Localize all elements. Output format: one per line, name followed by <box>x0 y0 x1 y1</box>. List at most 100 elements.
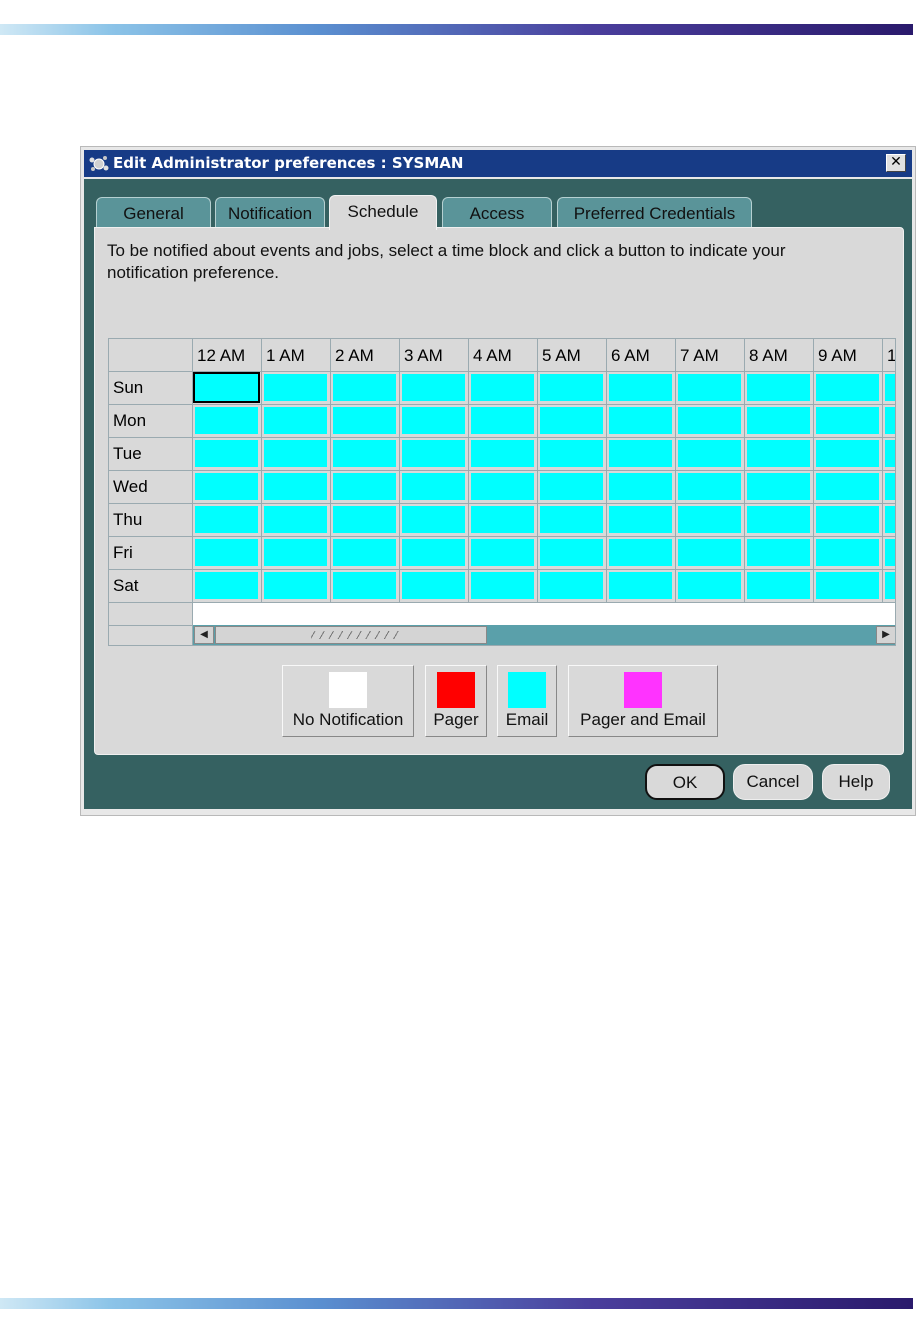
time-block-cell[interactable] <box>676 372 745 405</box>
time-block-cell[interactable] <box>538 405 607 438</box>
time-block-fill <box>195 572 258 599</box>
time-block-cell[interactable] <box>883 405 895 438</box>
time-block-fill <box>609 374 672 401</box>
hour-header: 1 AM <box>262 339 331 372</box>
email-button[interactable]: Email <box>497 665 557 737</box>
time-block-cell[interactable] <box>193 372 262 405</box>
time-block-cell[interactable] <box>676 405 745 438</box>
close-button[interactable]: ✕ <box>886 154 906 172</box>
time-block-cell[interactable] <box>607 537 676 570</box>
button-label: OK <box>672 773 698 792</box>
time-block-cell[interactable] <box>262 537 331 570</box>
tab-general[interactable]: General <box>96 197 211 229</box>
time-block-cell[interactable] <box>400 372 469 405</box>
time-block-cell[interactable] <box>607 438 676 471</box>
time-block-cell[interactable] <box>607 405 676 438</box>
time-block-cell[interactable] <box>883 471 895 504</box>
time-block-cell[interactable] <box>883 504 895 537</box>
time-block-cell[interactable] <box>400 537 469 570</box>
time-block-cell[interactable] <box>676 570 745 603</box>
tab-schedule[interactable]: Schedule <box>329 195 437 230</box>
title-bar[interactable]: Edit Administrator preferences : SYSMAN … <box>84 150 912 177</box>
time-block-cell[interactable] <box>400 471 469 504</box>
time-block-cell[interactable] <box>883 438 895 471</box>
time-block-cell[interactable] <box>193 471 262 504</box>
time-block-cell[interactable] <box>469 504 538 537</box>
time-block-cell[interactable] <box>814 537 883 570</box>
time-block-cell[interactable] <box>400 570 469 603</box>
time-block-cell[interactable] <box>262 504 331 537</box>
time-block-cell[interactable] <box>745 504 814 537</box>
time-block-cell[interactable] <box>676 537 745 570</box>
time-block-cell[interactable] <box>538 504 607 537</box>
time-block-cell[interactable] <box>331 504 400 537</box>
tab-access[interactable]: Access <box>442 197 552 229</box>
time-block-cell[interactable] <box>262 570 331 603</box>
time-block-cell[interactable] <box>607 504 676 537</box>
time-block-cell[interactable] <box>745 471 814 504</box>
time-block-cell[interactable] <box>331 570 400 603</box>
time-block-cell[interactable] <box>883 372 895 405</box>
pager-button[interactable]: Pager <box>425 665 487 737</box>
time-block-cell[interactable] <box>607 471 676 504</box>
time-block-cell[interactable] <box>331 471 400 504</box>
time-block-cell[interactable] <box>469 438 538 471</box>
time-block-cell[interactable] <box>538 372 607 405</box>
time-block-cell[interactable] <box>193 537 262 570</box>
time-block-cell[interactable] <box>400 504 469 537</box>
scroll-thumb[interactable] <box>215 626 487 644</box>
no-notification-button[interactable]: No Notification <box>282 665 414 737</box>
time-block-fill <box>402 572 465 599</box>
time-block-cell[interactable] <box>193 438 262 471</box>
ok-button[interactable]: OK <box>645 764 725 800</box>
time-block-cell[interactable] <box>814 504 883 537</box>
time-block-cell[interactable] <box>400 405 469 438</box>
time-block-cell[interactable] <box>193 570 262 603</box>
time-block-cell[interactable] <box>469 372 538 405</box>
scroll-right-button[interactable]: ▶ <box>876 626 895 644</box>
time-block-cell[interactable] <box>262 372 331 405</box>
time-block-cell[interactable] <box>676 471 745 504</box>
time-block-cell[interactable] <box>262 405 331 438</box>
time-block-cell[interactable] <box>814 471 883 504</box>
time-block-cell[interactable] <box>262 438 331 471</box>
time-block-cell[interactable] <box>538 570 607 603</box>
pager-and-email-button[interactable]: Pager and Email <box>568 665 718 737</box>
time-block-cell[interactable] <box>469 405 538 438</box>
time-block-cell[interactable] <box>538 438 607 471</box>
time-block-cell[interactable] <box>814 570 883 603</box>
time-block-cell[interactable] <box>538 471 607 504</box>
time-block-cell[interactable] <box>745 438 814 471</box>
time-block-cell[interactable] <box>469 471 538 504</box>
scroll-left-button[interactable]: ◀ <box>194 626 214 644</box>
time-block-cell[interactable] <box>469 570 538 603</box>
time-block-cell[interactable] <box>745 570 814 603</box>
time-block-cell[interactable] <box>331 405 400 438</box>
time-block-cell[interactable] <box>331 537 400 570</box>
time-block-cell[interactable] <box>193 504 262 537</box>
tab-preferred-credentials[interactable]: Preferred Credentials <box>557 197 752 229</box>
time-block-cell[interactable] <box>676 504 745 537</box>
time-block-cell[interactable] <box>262 471 331 504</box>
time-block-cell[interactable] <box>331 438 400 471</box>
time-block-cell[interactable] <box>607 372 676 405</box>
time-block-cell[interactable] <box>400 438 469 471</box>
cancel-button[interactable]: Cancel <box>733 764 813 800</box>
time-block-cell[interactable] <box>538 537 607 570</box>
time-block-cell[interactable] <box>193 405 262 438</box>
help-button[interactable]: Help <box>822 764 890 800</box>
time-block-cell[interactable] <box>814 372 883 405</box>
time-block-cell[interactable] <box>745 537 814 570</box>
time-block-cell[interactable] <box>814 405 883 438</box>
time-block-cell[interactable] <box>607 570 676 603</box>
time-block-cell[interactable] <box>331 372 400 405</box>
time-block-cell[interactable] <box>469 537 538 570</box>
time-block-cell[interactable] <box>745 372 814 405</box>
time-block-cell[interactable] <box>883 570 895 603</box>
time-block-cell[interactable] <box>814 438 883 471</box>
time-block-cell[interactable] <box>883 537 895 570</box>
time-block-cell[interactable] <box>745 405 814 438</box>
horizontal-scrollbar[interactable]: ◀ ▶ <box>193 625 895 645</box>
tab-notification[interactable]: Notification <box>215 197 325 229</box>
time-block-cell[interactable] <box>676 438 745 471</box>
